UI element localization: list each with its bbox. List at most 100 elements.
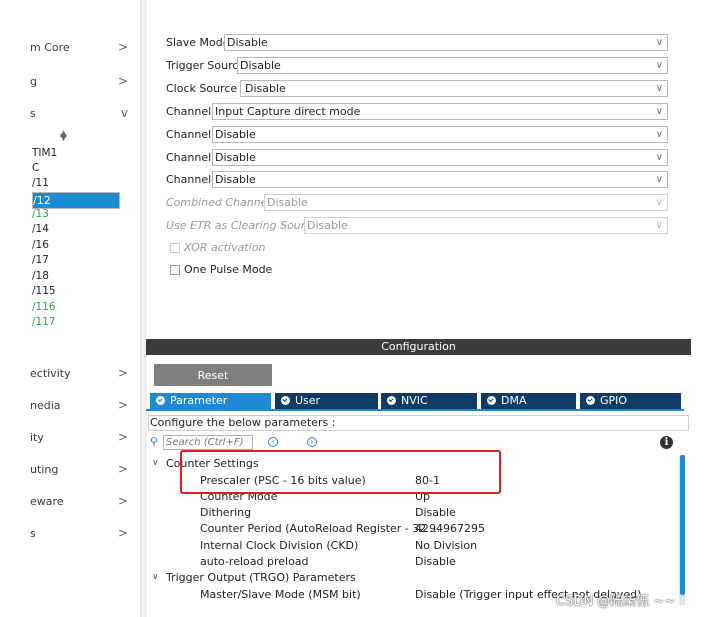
tab-gpio-settings[interactable]: GPIO Settings: [580, 393, 681, 423]
search-next-icon[interactable]: ›: [307, 437, 317, 447]
sidebar-item-timer[interactable]: /14: [32, 222, 120, 237]
check-circle-icon: [156, 396, 165, 405]
scrollbar-thumb[interactable]: [680, 455, 685, 595]
channel2-label: Channel2: [166, 128, 219, 141]
channel4-select[interactable]: Disable ∨: [212, 171, 668, 188]
chevron-down-icon: ∨: [655, 37, 663, 48]
param-value[interactable]: Disable: [415, 506, 456, 519]
channel1-value: Input Capture direct mode: [215, 105, 361, 118]
trigger-source-select[interactable]: Disable ∨: [237, 57, 668, 74]
category-multimedia[interactable]: nedia >: [30, 398, 128, 417]
use-etr-label: Use ETR as Clearing Source: [166, 219, 319, 232]
channel2-value: Disable: [215, 128, 256, 141]
sidebar-item-timer[interactable]: /13: [32, 207, 120, 222]
channel4-label: Channel4: [166, 173, 219, 186]
trigger-source-value: Disable: [240, 59, 281, 72]
chevron-down-icon: ∨: [655, 129, 663, 140]
trigger-output-group[interactable]: Trigger Output (TRGO) Parameters: [166, 571, 356, 584]
check-circle-icon: [487, 396, 496, 405]
chevron-right-icon: >: [117, 462, 128, 476]
category-utilities[interactable]: s >: [30, 526, 128, 545]
channel3-value: Disable: [215, 151, 256, 164]
param-value[interactable]: Disable: [415, 555, 456, 568]
tab-dma-settings[interactable]: DMA Settings: [481, 393, 576, 423]
category-analog[interactable]: g >: [30, 74, 128, 93]
param-name: auto-reload preload: [200, 555, 309, 568]
param-value[interactable]: 4294967295: [415, 522, 485, 535]
watermark: CSDN @陆柒伍 ~~: [556, 594, 676, 609]
xor-activation-checkbox: [170, 243, 180, 253]
channel1-select[interactable]: Input Capture direct mode ∨: [212, 103, 668, 120]
slave-mode-select[interactable]: Disable ∨: [224, 34, 668, 51]
param-name: Dithering: [200, 506, 252, 519]
sidebar-item-timer[interactable]: TIM1: [32, 146, 120, 161]
collapse-chevron-icon[interactable]: ∨: [152, 458, 159, 468]
sidebar-item-timer[interactable]: /17: [32, 253, 120, 268]
channel4-value: Disable: [215, 173, 256, 186]
combined-channels-select: Disable ∨: [264, 194, 668, 211]
one-pulse-mode-label: One Pulse Mode: [184, 263, 273, 276]
collapse-chevron-icon[interactable]: ∨: [152, 572, 159, 582]
search-previous-icon[interactable]: ‹: [268, 437, 278, 447]
param-name: Counter Period (AutoReload Register - 32…: [200, 522, 441, 535]
category-timers[interactable]: s v: [30, 106, 128, 125]
chevron-down-icon: ∨: [655, 174, 663, 185]
sidebar: m Core > g > s v ▲ ▼ TIM1 C /11 /12 /13 /…: [0, 0, 138, 617]
category-label: m Core: [30, 41, 70, 54]
one-pulse-mode-checkbox[interactable]: [170, 265, 180, 275]
reset-configuration-button[interactable]: Reset Configuration: [154, 364, 272, 404]
combined-channels-value: Disable: [267, 196, 308, 209]
configuration-header: Configuration: [146, 339, 691, 355]
sidebar-item-timer[interactable]: C: [32, 161, 120, 176]
channel3-select[interactable]: Disable ∨: [212, 149, 668, 166]
category-computing[interactable]: uting >: [30, 462, 128, 481]
sidebar-item-timer[interactable]: /115: [32, 284, 120, 299]
chevron-down-icon: ∨: [655, 60, 663, 71]
clock-source-select[interactable]: Disable ∨: [240, 80, 668, 97]
chevron-right-icon: >: [117, 430, 128, 444]
search-input[interactable]: [163, 435, 253, 450]
category-connectivity[interactable]: ectivity >: [30, 366, 128, 385]
tab-parameter-settings[interactable]: Parameter Settings: [150, 393, 271, 423]
category-label: g: [30, 75, 37, 88]
chevron-down-icon: ∨: [655, 83, 663, 94]
channel2-select[interactable]: Disable ∨: [212, 126, 668, 143]
tab-underline: [146, 409, 684, 411]
chevron-right-icon: >: [117, 74, 128, 88]
check-circle-icon: [281, 396, 290, 405]
channel1-label: Channel1: [166, 105, 219, 118]
chevron-right-icon: >: [117, 40, 128, 54]
category-system-core[interactable]: m Core >: [30, 40, 128, 59]
xor-activation-label: XOR activation: [184, 241, 266, 254]
param-value[interactable]: No Division: [415, 539, 477, 552]
category-label: uting: [30, 463, 59, 476]
check-circle-icon: [387, 396, 396, 405]
param-name: Internal Clock Division (CKD): [200, 539, 359, 552]
category-security[interactable]: ity >: [30, 430, 128, 449]
chevron-right-icon: >: [117, 366, 128, 380]
panel-divider[interactable]: [140, 0, 147, 617]
chevron-right-icon: >: [117, 398, 128, 412]
search-icon: ⚲: [150, 435, 159, 448]
tab-user-constants[interactable]: User Constants: [275, 393, 378, 423]
chevron-right-icon: >: [117, 526, 128, 540]
clock-source-value: Disable: [245, 82, 286, 95]
category-label: nedia: [30, 399, 61, 412]
tab-nvic-settings[interactable]: NVIC Settings: [381, 393, 477, 423]
sidebar-item-timer[interactable]: /16: [32, 238, 120, 253]
trigger-source-label: Trigger Source: [166, 59, 246, 72]
check-circle-icon: [586, 396, 595, 405]
sidebar-item-timer[interactable]: /116: [32, 300, 120, 315]
info-icon[interactable]: i: [660, 436, 673, 449]
slave-mode-label: Slave Mode: [166, 36, 230, 49]
chevron-down-icon: ∨: [655, 220, 663, 231]
category-middleware[interactable]: eware >: [30, 494, 128, 513]
clock-source-label: Clock Source: [166, 82, 238, 95]
chevron-right-icon: >: [117, 494, 128, 508]
sidebar-item-timer[interactable]: /11: [32, 176, 120, 191]
sidebar-item-timer[interactable]: /18: [32, 269, 120, 284]
category-label: s: [30, 107, 36, 120]
sidebar-item-timer[interactable]: /117: [32, 315, 120, 330]
chevron-down-icon: ∨: [655, 152, 663, 163]
param-name: Master/Slave Mode (MSM bit): [200, 588, 361, 601]
